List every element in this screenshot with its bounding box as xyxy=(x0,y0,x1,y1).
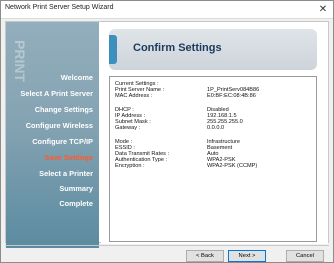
main-panel: Confirm Settings Current Settings : Prin… xyxy=(101,22,328,244)
wizard-window: Network Print Server Setup Wizard ✕ PRIN… xyxy=(0,0,334,263)
close-icon[interactable]: ✕ xyxy=(315,2,331,17)
wizard-sidebar: PRINT Welcome Select A Print Server Chan… xyxy=(6,22,99,248)
sidebar-step-select-printer: Select a Printer xyxy=(39,169,93,178)
sidebar-step-complete: Complete xyxy=(59,199,93,208)
sidebar-step-change-settings: Change Settings xyxy=(34,105,93,114)
encryption-label: Encryption : xyxy=(115,163,145,169)
title-bar[interactable]: Network Print Server Setup Wizard ✕ xyxy=(1,1,333,19)
encryption-value: WPA2-PSK (CCMP) xyxy=(207,163,258,169)
settings-summary-box: Current Settings : Print Server Name : 1… xyxy=(109,76,317,242)
header-accent-bar xyxy=(109,35,117,64)
next-button[interactable]: Next > xyxy=(228,250,266,262)
button-divider xyxy=(5,245,329,246)
sidebar-step-summary: Summary xyxy=(59,184,93,193)
sidebar-step-welcome: Welcome xyxy=(60,73,93,82)
mac-address-value: E0:BF:EC:08:4B:86 xyxy=(207,93,256,99)
mac-address-label: MAC Address : xyxy=(115,93,153,99)
gateway-value: 0.0.0.0 xyxy=(207,125,225,131)
cancel-button[interactable]: Cancel xyxy=(286,250,324,262)
back-button[interactable]: < Back xyxy=(186,250,224,262)
header-banner: Confirm Settings xyxy=(109,29,317,70)
wizard-content: PRINT Welcome Select A Print Server Chan… xyxy=(5,21,329,248)
watermark-text: PRINT xyxy=(12,40,28,82)
gateway-label: Gateway : xyxy=(115,125,141,131)
print-watermark-logo: PRINT xyxy=(12,40,28,82)
page-title: Confirm Settings xyxy=(133,42,222,54)
window-title: Network Print Server Setup Wizard xyxy=(5,4,114,11)
sidebar-step-configure-tcpip: Configure TCP/IP xyxy=(32,137,93,146)
sidebar-step-configure-wireless: Configure Wireless xyxy=(25,121,93,130)
sidebar-step-select-print-server: Select A Print Server xyxy=(20,89,93,98)
sidebar-step-save-settings: Save Settings xyxy=(44,153,93,162)
